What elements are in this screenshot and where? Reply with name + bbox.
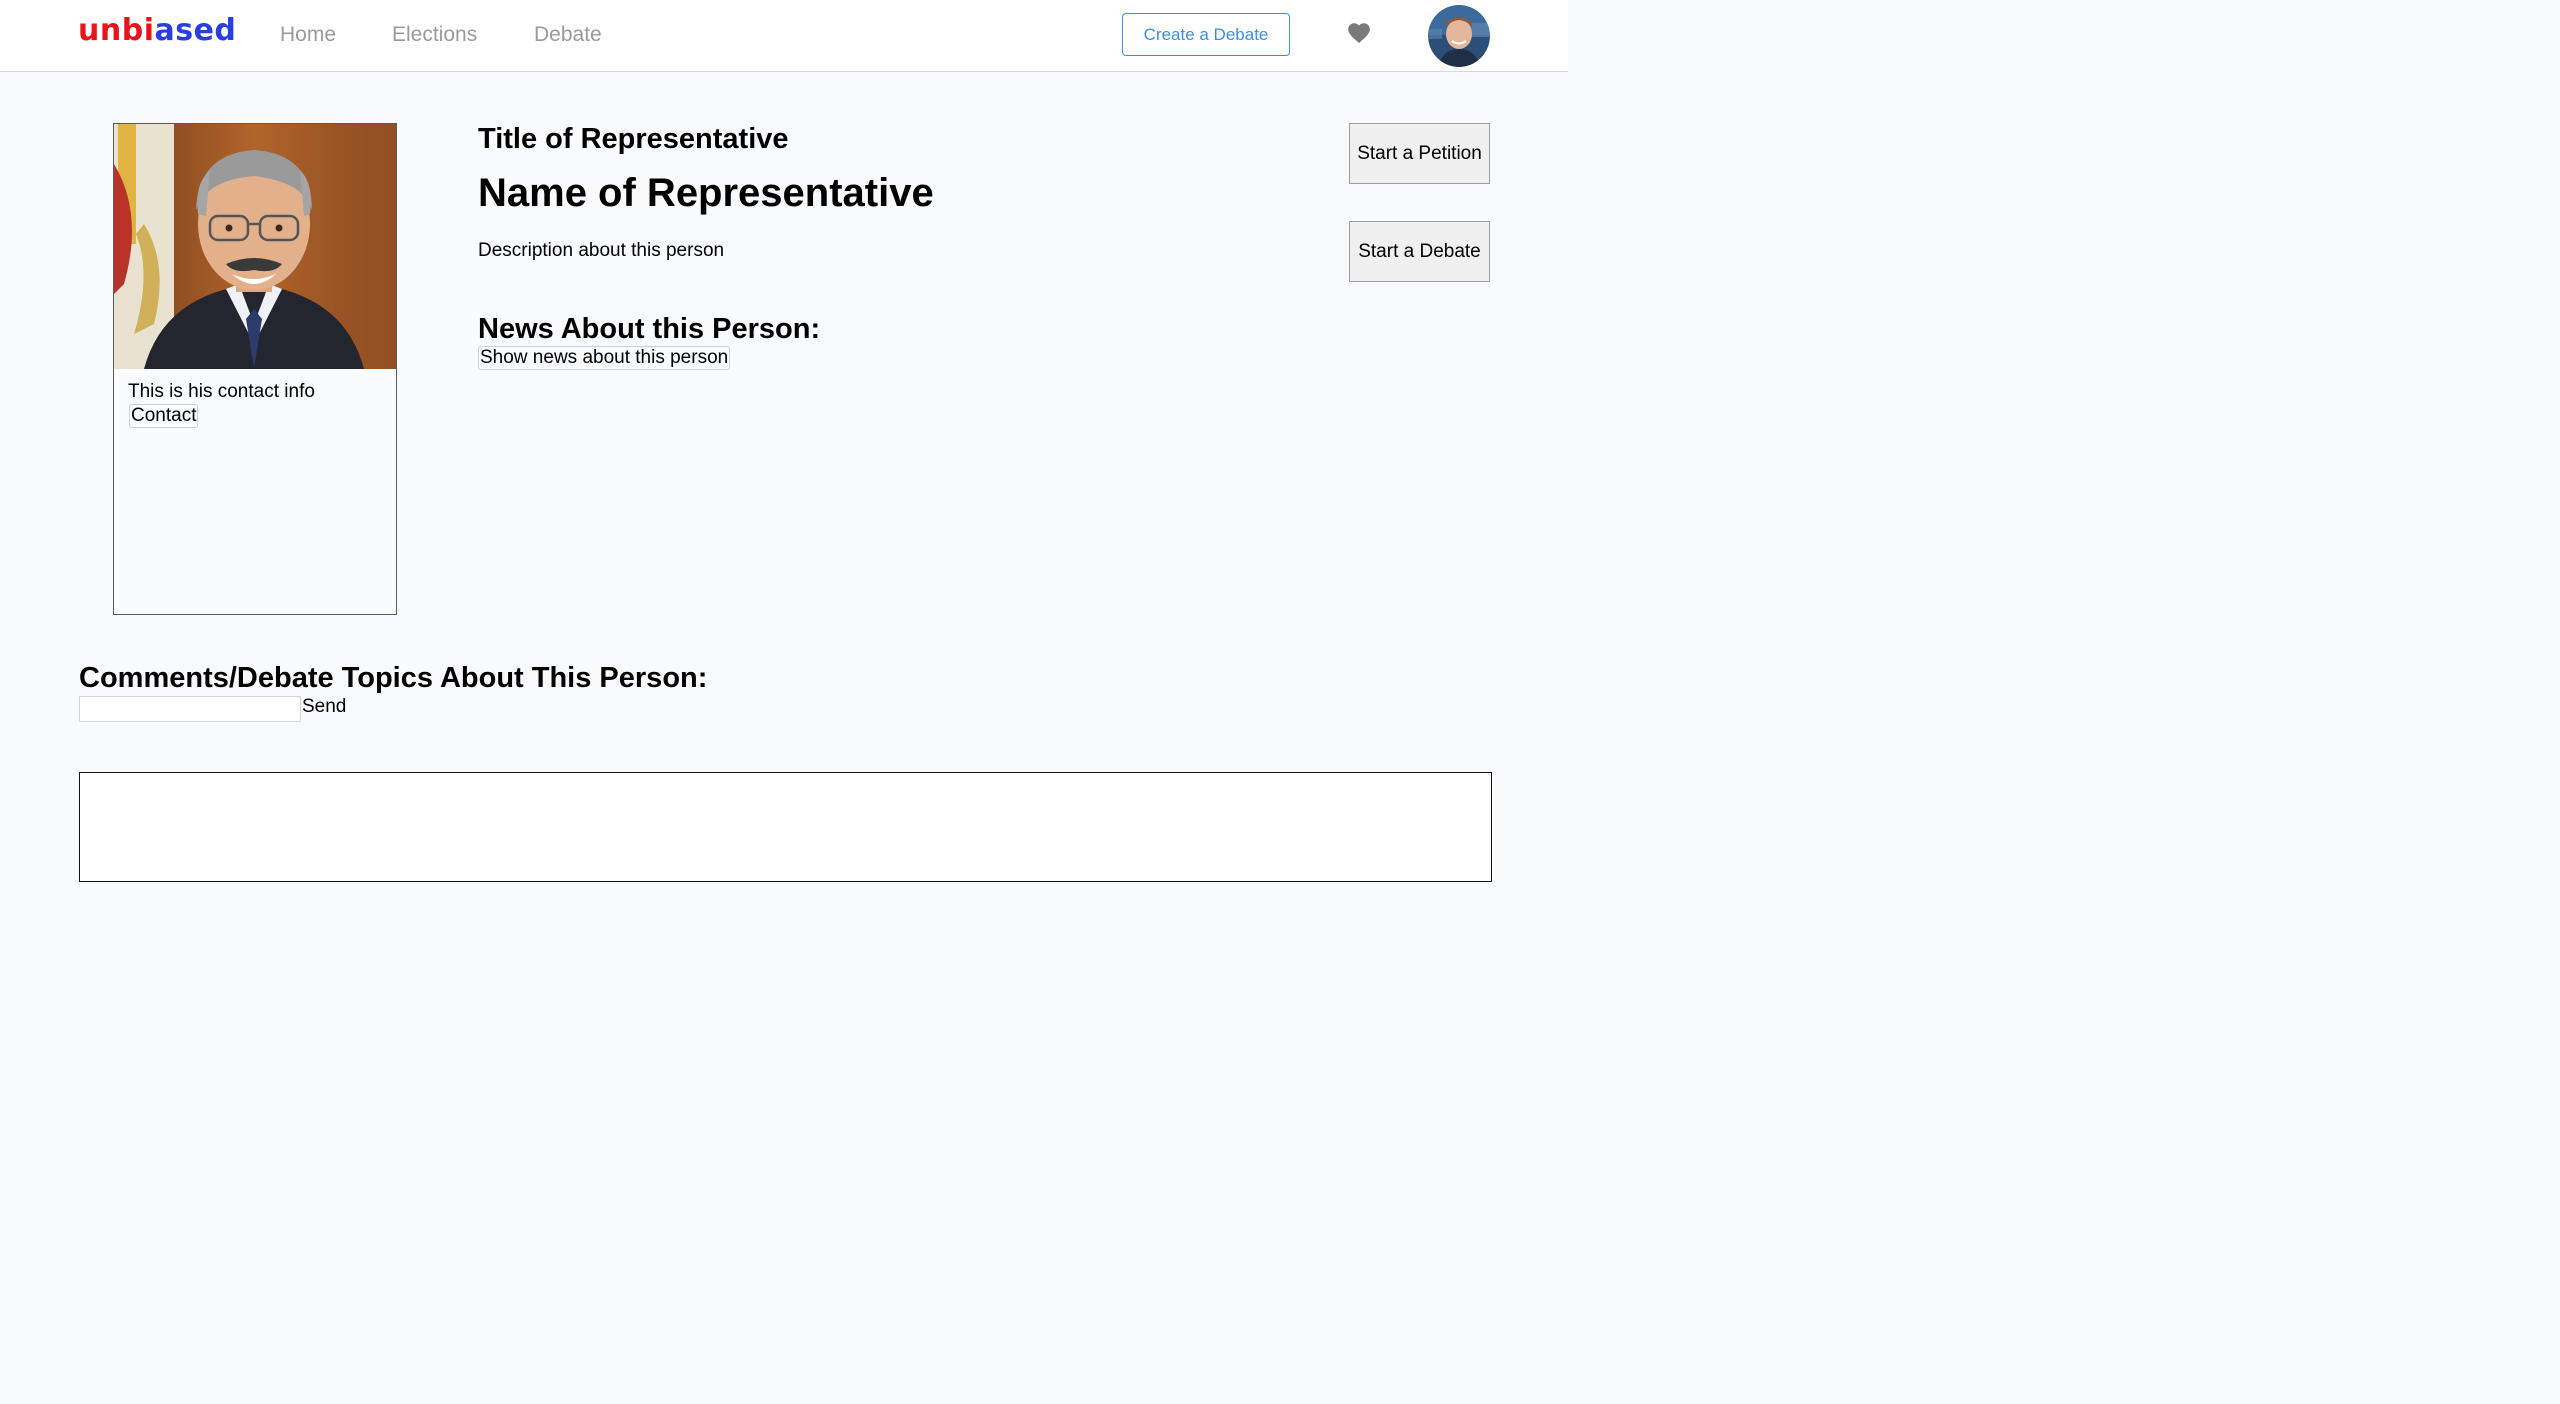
site-logo[interactable]: unbiased [78,12,236,50]
start-petition-button[interactable]: Start a Petition [1349,123,1490,184]
user-avatar[interactable] [1428,5,1490,67]
contact-info-text: This is his contact info [128,381,315,402]
send-button[interactable]: Send [302,695,346,719]
logo-blue-part: ased [154,13,237,48]
top-navbar: unbiased Home Elections Debate Create a … [0,0,1568,72]
comment-input[interactable] [79,696,301,722]
representative-description: Description about this person [478,240,725,261]
representative-title: Title of Representative [478,123,789,155]
create-debate-button[interactable]: Create a Debate [1122,13,1290,56]
contact-button[interactable]: Contact [129,404,199,428]
representative-photo [114,124,396,369]
nav-home-link[interactable]: Home [280,22,336,48]
profile-card: This is his contact info Contact [113,123,397,615]
representative-name: Name of Representative [478,171,934,215]
start-debate-button[interactable]: Start a Debate [1349,221,1490,282]
show-news-button[interactable]: Show news about this person [478,346,731,370]
logo-red-part: unbi [78,13,155,48]
nav-debate-link[interactable]: Debate [534,22,602,48]
heart-icon[interactable] [1346,20,1372,46]
news-heading: News About this Person: [478,313,821,345]
nav-elections-link[interactable]: Elections [392,22,477,48]
comments-list [79,772,1492,882]
comments-heading: Comments/Debate Topics About This Person… [79,662,708,694]
